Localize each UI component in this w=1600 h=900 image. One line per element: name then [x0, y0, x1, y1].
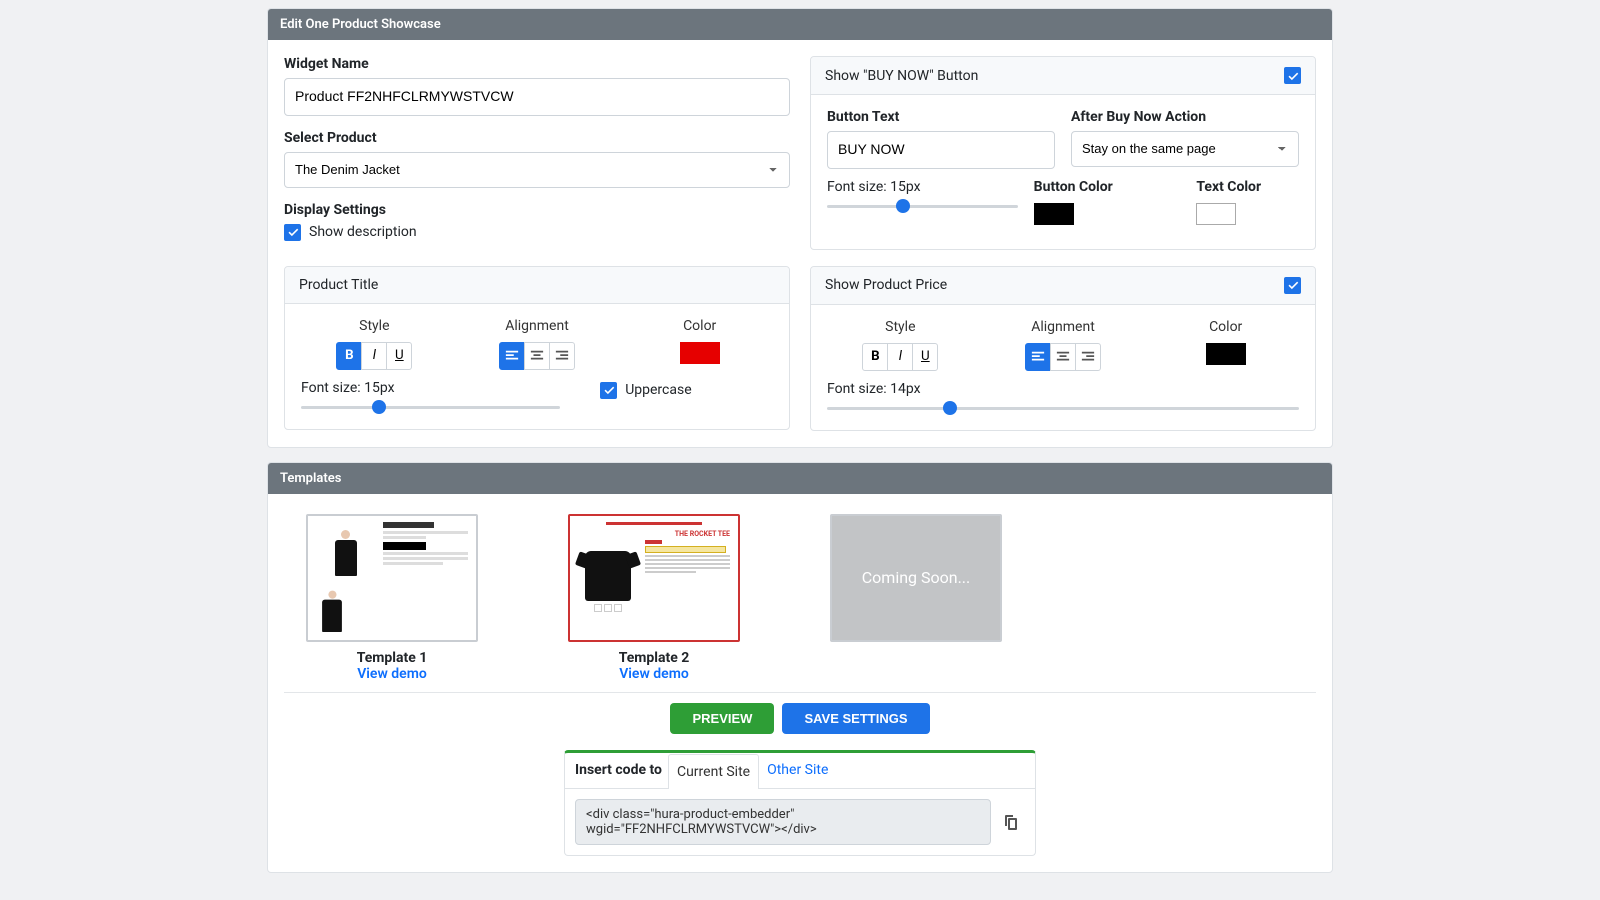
show-description-checkbox[interactable]	[284, 224, 301, 241]
button-text-label: Button Text	[827, 109, 1055, 125]
pp-color-label: Color	[1152, 319, 1299, 335]
embed-code[interactable]: <div class="hura-product-embedder" wgid=…	[575, 799, 991, 845]
pp-fontsize-label: Font size: 14px	[827, 381, 1299, 397]
product-title-header: Product Title	[299, 277, 378, 293]
template-coming-soon: Coming Soon...	[830, 514, 1002, 682]
buy-now-panel: Show "BUY NOW" Button Button Text Afte	[810, 56, 1316, 250]
embed-box: Insert code to Current Site Other Site <…	[564, 750, 1036, 856]
widget-name-label: Widget Name	[284, 56, 790, 72]
select-product-dropdown[interactable]: The Denim Jacket	[284, 152, 790, 188]
save-settings-button[interactable]: SAVE SETTINGS	[782, 703, 929, 734]
pp-align-center-button[interactable]	[1050, 343, 1076, 371]
show-description-label: Show description	[309, 224, 417, 240]
templates-header: Templates	[268, 463, 1332, 494]
copy-button[interactable]	[997, 806, 1025, 838]
pp-color-swatch[interactable]	[1206, 343, 1246, 365]
italic-button[interactable]: I	[361, 342, 387, 370]
align-center-button[interactable]	[524, 342, 550, 370]
pt-align-group	[499, 342, 575, 370]
card-header: Edit One Product Showcase	[268, 9, 1332, 40]
pt-fontsize-slider[interactable]	[301, 406, 560, 409]
template-1-name: Template 1	[306, 650, 478, 666]
pt-style-group: B I U	[336, 342, 412, 370]
text-color-label: Text Color	[1196, 179, 1299, 195]
template-2[interactable]: THE ROCKET TEE Template 2 View demo	[568, 514, 740, 682]
buy-now-header: Show "BUY NOW" Button	[825, 68, 978, 84]
bold-button[interactable]: B	[336, 342, 362, 370]
product-price-toggle[interactable]	[1284, 277, 1301, 294]
product-price-panel: Show Product Price Style B I U	[810, 266, 1316, 431]
template-2-link[interactable]: View demo	[568, 666, 740, 682]
pp-bold-button[interactable]: B	[862, 343, 888, 371]
align-left-button[interactable]	[499, 342, 525, 370]
text-color-swatch[interactable]	[1196, 203, 1236, 225]
align-right-button[interactable]	[549, 342, 575, 370]
pp-italic-button[interactable]: I	[887, 343, 913, 371]
underline-button[interactable]: U	[386, 342, 412, 370]
pp-align-right-button[interactable]	[1075, 343, 1101, 371]
button-color-swatch[interactable]	[1034, 203, 1074, 225]
display-settings-label: Display Settings	[284, 202, 790, 218]
coming-soon-box: Coming Soon...	[830, 514, 1002, 642]
select-product-label: Select Product	[284, 130, 790, 146]
product-price-header: Show Product Price	[825, 277, 947, 293]
pt-color-label: Color	[626, 318, 773, 334]
pp-align-left-button[interactable]	[1025, 343, 1051, 371]
edit-showcase-card: Edit One Product Showcase Widget Name Se…	[267, 8, 1333, 448]
button-color-label: Button Color	[1034, 179, 1181, 195]
embed-lead: Insert code to	[575, 753, 668, 787]
pp-fontsize-slider[interactable]	[827, 407, 1299, 410]
tab-other-site[interactable]: Other Site	[759, 753, 836, 787]
template-1-link[interactable]: View demo	[306, 666, 478, 682]
pt-color-swatch[interactable]	[680, 342, 720, 364]
template-2-name: Template 2	[568, 650, 740, 666]
preview-button[interactable]: PREVIEW	[670, 703, 774, 734]
uppercase-label: Uppercase	[625, 382, 691, 398]
tab-current-site[interactable]: Current Site	[668, 754, 759, 789]
templates-card: Templates Template 1 View demo	[267, 462, 1333, 873]
buy-now-fontsize-label: Font size: 15px	[827, 179, 1018, 195]
pp-align-label: Alignment	[990, 319, 1137, 335]
product-title-panel: Product Title Style B I U	[284, 266, 790, 430]
widget-name-input[interactable]	[284, 78, 790, 116]
uppercase-checkbox[interactable]	[600, 382, 617, 399]
buy-now-toggle[interactable]	[1284, 67, 1301, 84]
pp-style-label: Style	[827, 319, 974, 335]
pp-underline-button[interactable]: U	[912, 343, 938, 371]
pt-align-label: Alignment	[464, 318, 611, 334]
button-text-input[interactable]	[827, 131, 1055, 169]
after-action-select[interactable]: Stay on the same page	[1071, 131, 1299, 167]
pt-fontsize-label: Font size: 15px	[301, 380, 560, 396]
buy-now-fontsize-slider[interactable]	[827, 205, 1018, 208]
pt-style-label: Style	[301, 318, 448, 334]
after-action-label: After Buy Now Action	[1071, 109, 1299, 125]
template-1[interactable]: Template 1 View demo	[306, 514, 478, 682]
